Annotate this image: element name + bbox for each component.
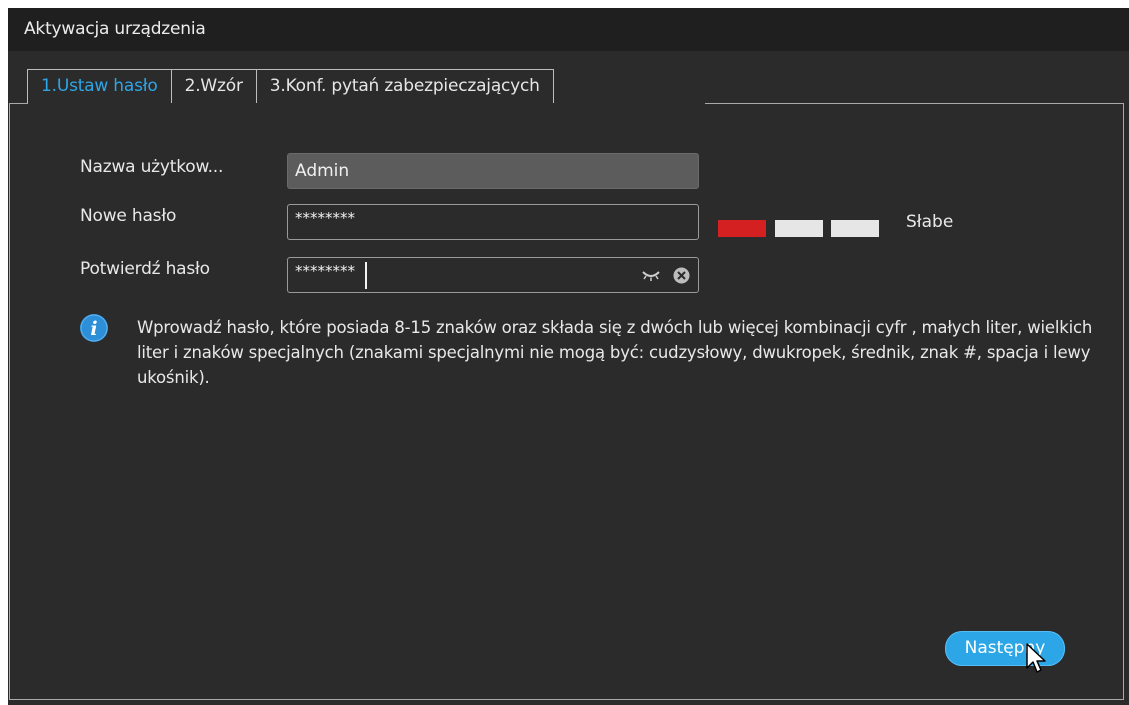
new-password-label: Nowe hasło <box>80 206 177 226</box>
panel-top-border-left <box>10 103 28 104</box>
username-value: Admin <box>295 161 350 181</box>
username-label: Nazwa użytkow... <box>80 157 224 177</box>
tab-set-password[interactable]: 1.Ustaw hasło <box>27 69 172 103</box>
password-requirements-text: Wprowadź hasło, które posiada 8-15 znakó… <box>137 318 1093 387</box>
activation-dialog: Aktywacja urządzenia 1.Ustaw hasło 2.Wzó… <box>8 8 1129 705</box>
next-button[interactable]: Następny <box>945 631 1065 666</box>
svg-text:i: i <box>90 318 97 340</box>
confirm-password-value: ******** <box>295 262 355 280</box>
username-field: Admin <box>287 153 699 189</box>
dialog-title: Aktywacja urządzenia <box>24 19 206 39</box>
new-password-value: ******** <box>295 209 355 227</box>
tab-security-questions[interactable]: 3.Konf. pytań zabezpieczających <box>255 69 554 103</box>
tab-bar: 1.Ustaw hasło 2.Wzór 3.Konf. pytań zabez… <box>27 69 554 104</box>
clear-icon[interactable] <box>673 267 690 284</box>
new-password-input[interactable]: ******** <box>287 204 699 240</box>
tab-content-panel <box>9 103 1124 700</box>
panel-top-border <box>705 103 1124 104</box>
confirm-password-label: Potwierdź hasło <box>80 259 210 279</box>
confirm-password-input[interactable]: ******** <box>287 257 699 293</box>
title-bar: Aktywacja urządzenia <box>8 8 1129 51</box>
eye-icon[interactable] <box>641 268 661 282</box>
tab-pattern[interactable]: 2.Wzór <box>170 69 257 103</box>
strength-label: Słabe <box>906 212 954 232</box>
strength-bar-2 <box>775 220 823 237</box>
text-caret <box>365 262 367 289</box>
strength-bar-3 <box>831 220 879 237</box>
info-icon: i <box>80 314 108 342</box>
mouse-cursor-icon <box>1026 643 1046 673</box>
strength-bar-1 <box>718 220 766 237</box>
